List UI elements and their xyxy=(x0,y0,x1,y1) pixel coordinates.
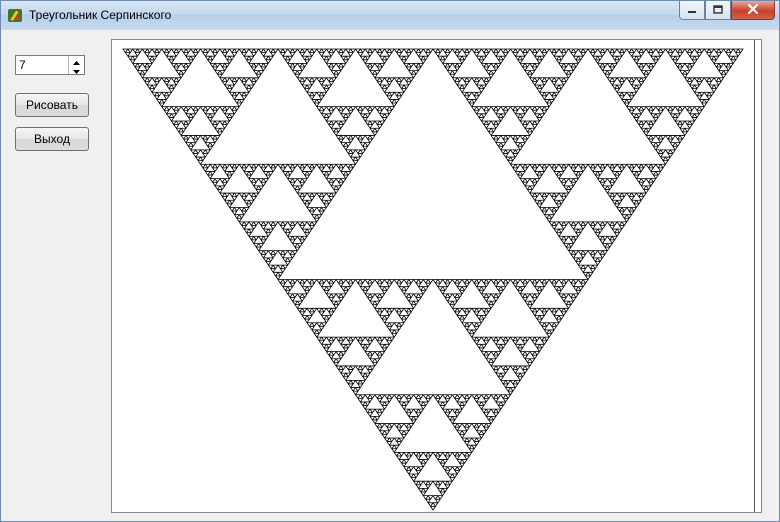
title-bar[interactable]: Треугольник Серпинского xyxy=(1,1,779,30)
window-title: Треугольник Серпинского xyxy=(29,8,172,22)
app-icon xyxy=(7,7,23,23)
exit-button[interactable]: Выход xyxy=(15,127,89,151)
minimize-button[interactable] xyxy=(679,1,705,20)
arrow-down-icon xyxy=(73,61,80,79)
maximize-button[interactable] xyxy=(705,1,731,20)
client-area: 7 Рисовать Выход xyxy=(8,30,772,516)
spin-down-button[interactable] xyxy=(69,65,84,74)
close-icon xyxy=(747,1,759,19)
depth-value[interactable]: 7 xyxy=(19,58,26,72)
drawing-canvas xyxy=(111,39,762,513)
app-window: Треугольник Серпинского 7 Рисовать Выход xyxy=(0,0,780,522)
minimize-icon xyxy=(687,1,697,19)
sierpinski-figure xyxy=(122,48,744,511)
window-controls xyxy=(679,1,775,21)
spin-arrows xyxy=(68,56,84,74)
sierpinski-path xyxy=(122,48,744,511)
maximize-icon xyxy=(713,1,723,19)
canvas-edge-line xyxy=(754,40,755,512)
depth-spin-edit[interactable]: 7 xyxy=(15,55,85,75)
close-button[interactable] xyxy=(731,1,775,20)
draw-button[interactable]: Рисовать xyxy=(15,93,89,117)
